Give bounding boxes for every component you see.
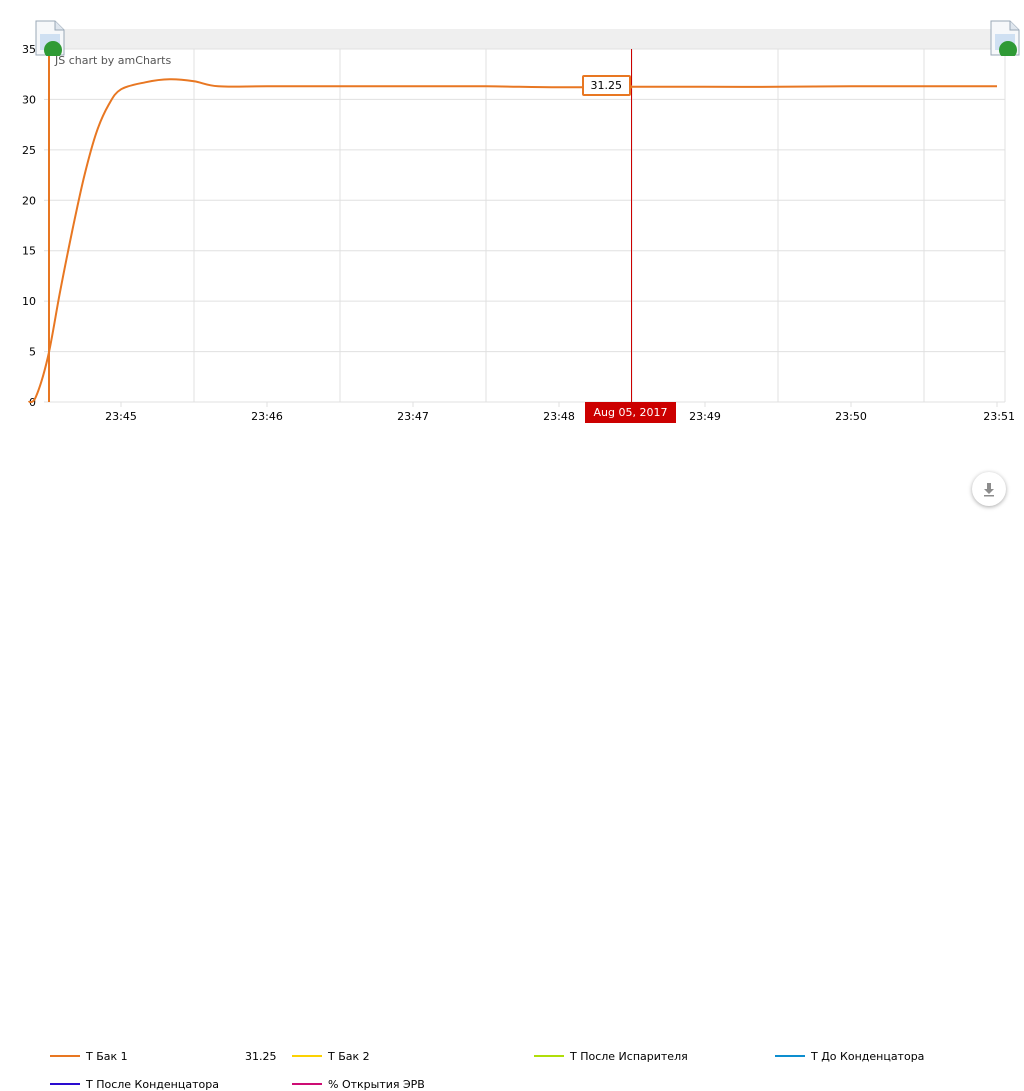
y-tick-label: 10: [22, 295, 36, 308]
series-line-0: [27, 78, 997, 404]
cursor-layer: [624, 49, 633, 402]
legend-label: Т После Испарителя: [570, 1049, 688, 1063]
y-tick-label: 15: [22, 245, 36, 258]
legend-label: Т Бак 1: [86, 1049, 128, 1063]
y-tick-label: 30: [22, 93, 36, 106]
series-layer: [27, 78, 997, 404]
legend-label: Т Бак 2: [328, 1049, 370, 1063]
legend-item-otkrytiya-erv[interactable]: % Открытия ЭРВ: [292, 1077, 425, 1091]
legend-item-t-bak-1[interactable]: Т Бак 1: [50, 1049, 128, 1063]
cursor-value-balloon: 31.25: [581, 74, 631, 96]
x-tick-label: 23:49: [689, 410, 721, 423]
y-tick-label: 5: [29, 346, 36, 359]
legend-marker: [775, 1055, 805, 1057]
legend-value: 31.25: [245, 1050, 277, 1063]
legend-item-t-do-kondencatora[interactable]: Т До Конденцатора: [775, 1049, 924, 1063]
y-tick-label: 25: [22, 144, 36, 157]
legend-marker: [50, 1055, 80, 1057]
y-tick-label: 35: [22, 43, 36, 56]
grid-layer: [49, 48, 1006, 403]
legend-label: Т До Конденцатора: [811, 1049, 925, 1063]
scrollbar-background[interactable]: [49, 29, 1006, 49]
cursor-date-label: Aug 05, 2017: [584, 402, 677, 423]
legend-marker: [292, 1055, 322, 1057]
legend-item-t-posle-isparitelya[interactable]: Т После Испарителя: [534, 1049, 688, 1063]
broken-image-icon-left[interactable]: [35, 20, 65, 59]
x-tick-label: 23:46: [251, 410, 283, 423]
broken-image-icon-right[interactable]: [990, 20, 1020, 59]
legend-item-t-posle-kondencatora[interactable]: Т После Конденцатора: [50, 1077, 219, 1091]
legend-marker: [534, 1055, 564, 1057]
legend-label: % Открытия ЭРВ: [328, 1077, 425, 1091]
x-tick-label: 23:48: [543, 410, 575, 423]
legend-item-t-bak-2[interactable]: Т Бак 2: [292, 1049, 370, 1063]
line-chart: 0510152025303523:45 23:46 23:47 23:48 23:49 2…: [22, 29, 1015, 423]
export-download-button[interactable]: [972, 472, 1006, 506]
chart-container: 0 5 10 15 20 25 30 35 23:45 23:46 23:47 23:48 23:49 2…: [0, 0, 1024, 1091]
x-tick-label: 23:45: [105, 410, 137, 423]
download-icon: [984, 483, 994, 497]
legend-marker: [50, 1083, 80, 1085]
x-tick-label: 23:47: [397, 410, 429, 423]
watermark-text[interactable]: JS chart by amCharts: [54, 54, 171, 67]
y-tick-label: 20: [22, 194, 36, 207]
legend-label: Т После Конденцатора: [86, 1077, 219, 1091]
x-tick-label: 23:50: [835, 410, 867, 423]
x-tick-label: 23:51: [983, 410, 1015, 423]
axis-layer: 0510152025303523:45 23:46 23:47 23:48 23:49 2…: [22, 43, 1015, 423]
legend-marker: [292, 1083, 322, 1085]
